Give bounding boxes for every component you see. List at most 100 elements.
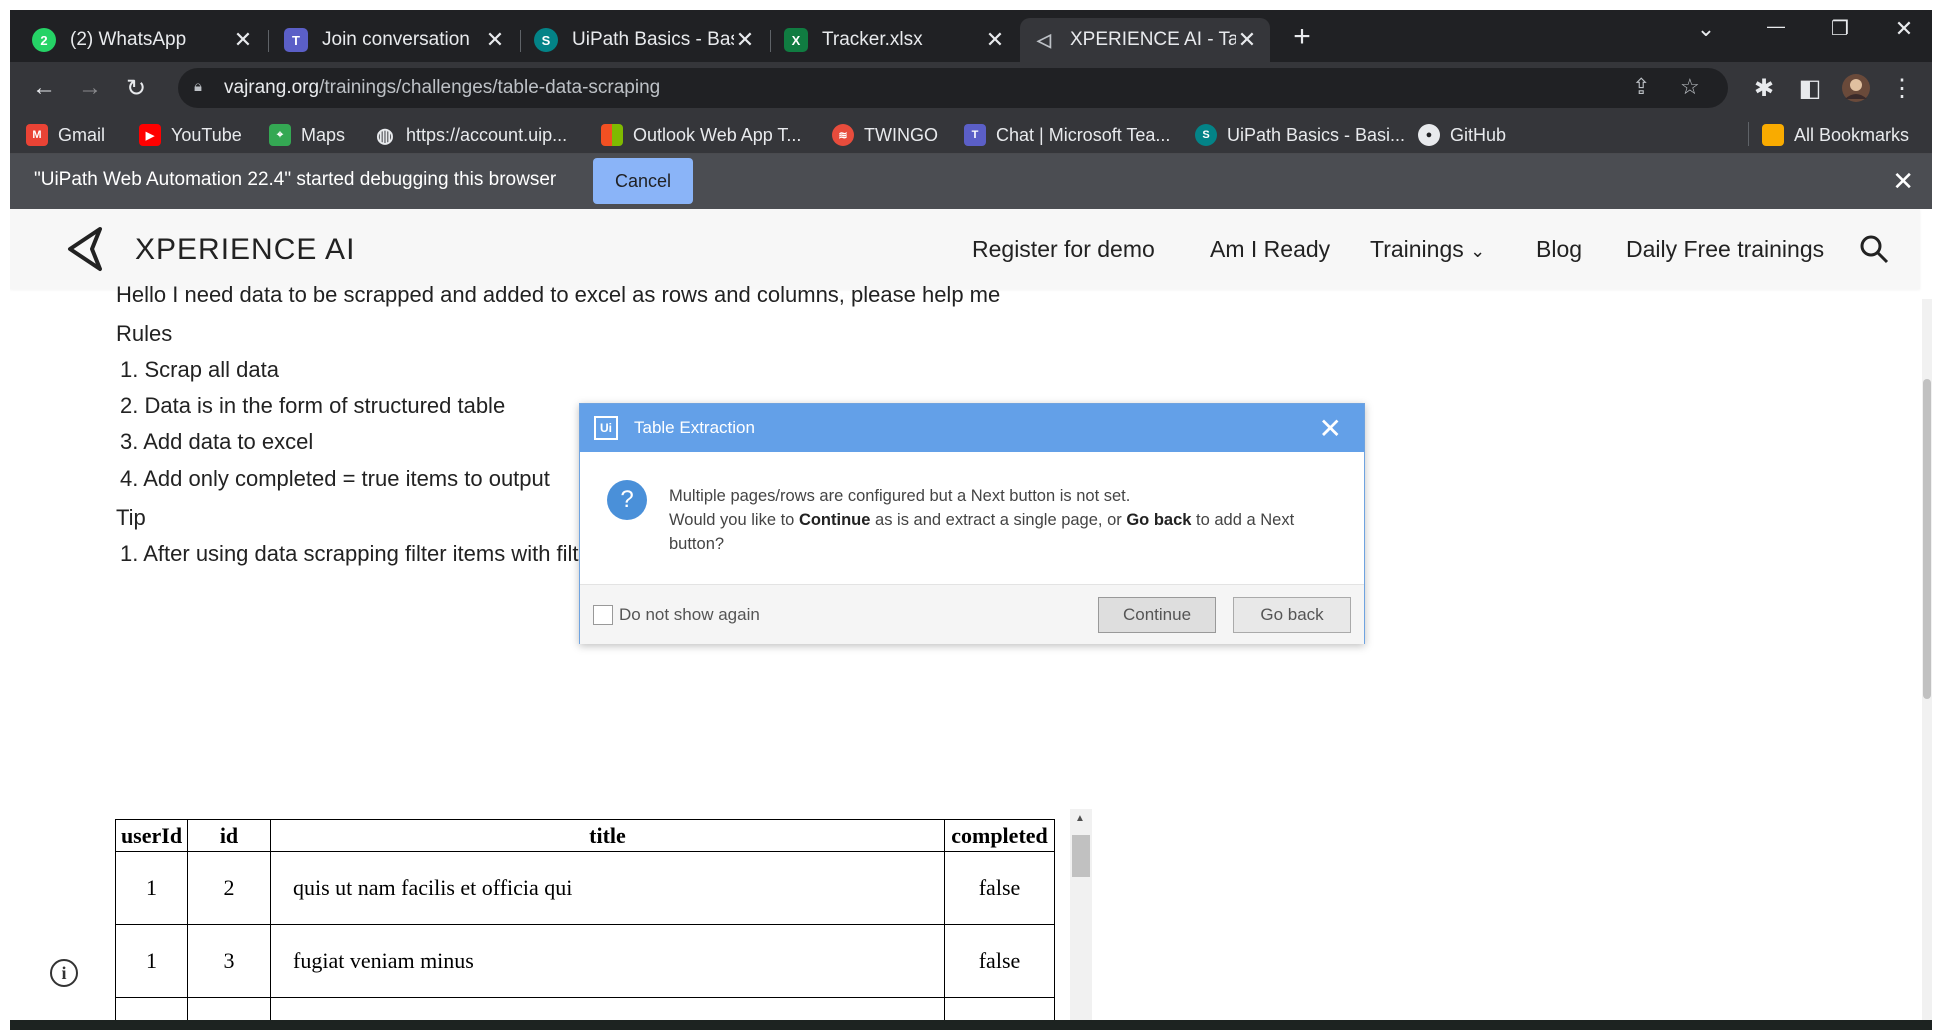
gmail-icon: M: [26, 124, 48, 146]
close-tab-icon[interactable]: ✕: [484, 27, 506, 53]
do-not-show-again-label[interactable]: Do not show again: [619, 605, 760, 625]
search-icon[interactable]: [1858, 233, 1890, 265]
continue-button[interactable]: Continue: [1098, 597, 1216, 633]
do-not-show-again-checkbox[interactable]: [593, 605, 613, 625]
share-icon[interactable]: ⇪: [1632, 74, 1650, 100]
nav-daily-free-trainings[interactable]: Daily Free trainings: [1626, 236, 1824, 263]
all-bookmarks[interactable]: All Bookmarks: [1762, 122, 1909, 148]
bookmark-uipath-account[interactable]: ◍ https://account.uip...: [374, 122, 567, 148]
tab-tracker[interactable]: X Tracker.xlsx ✕: [772, 18, 1018, 62]
tab-label: XPERIENCE AI - Table Dat: [1070, 29, 1236, 50]
column-header-completed: completed: [944, 819, 1055, 852]
taskbar-edge: [10, 1020, 1932, 1030]
youtube-icon: ▶: [139, 124, 161, 146]
cell-completed: false: [944, 851, 1055, 925]
rule-item: 2. Data is in the form of structured tab…: [120, 393, 506, 418]
rule-item: 4. Add only completed = true items to ou…: [120, 466, 550, 491]
forward-arrow-icon[interactable]: →: [74, 72, 106, 104]
table-scrollbar[interactable]: ▲: [1070, 809, 1092, 1030]
tab-label: (2) WhatsApp: [70, 29, 187, 50]
bookmark-outlook[interactable]: Outlook Web App T...: [601, 122, 801, 148]
profile-avatar[interactable]: [1840, 72, 1872, 104]
tab-join-conversation[interactable]: T Join conversation ✕: [272, 18, 518, 62]
rule-item: 3. Add data to excel: [120, 429, 314, 454]
browser-window: 2 (2) WhatsApp ✕ T Join conversation ✕ S…: [10, 10, 1932, 1030]
close-window-button[interactable]: ✕: [1884, 16, 1924, 42]
bookmark-uipath-basics[interactable]: S UiPath Basics - Basi...: [1195, 122, 1405, 148]
table-row: 1 3 fugiat veniam minus false: [115, 924, 1055, 998]
side-panel-icon[interactable]: ◧: [1794, 72, 1826, 104]
nav-trainings[interactable]: Trainings ⌄: [1370, 236, 1485, 263]
column-header-id: id: [187, 819, 271, 852]
lock-icon[interactable]: 🔒︎: [194, 78, 214, 98]
tab-uipath-basics[interactable]: S UiPath Basics - Basics Oct ✕: [522, 18, 768, 62]
table-scrollbar-thumb[interactable]: [1072, 835, 1090, 877]
globe-icon: ◍: [376, 124, 394, 147]
folder-icon: [1762, 124, 1784, 146]
page-scrollbar-thumb[interactable]: [1923, 379, 1931, 699]
cell-userid: 1: [115, 924, 188, 998]
teams-icon: T: [964, 124, 986, 146]
close-tab-icon[interactable]: ✕: [232, 27, 254, 53]
bookmark-github[interactable]: ● GitHub: [1418, 122, 1506, 148]
bookmark-maps[interactable]: ⌖ Maps: [269, 122, 345, 148]
nav-am-i-ready[interactable]: Am I Ready: [1210, 236, 1330, 263]
sharepoint-icon: S: [1195, 124, 1217, 146]
twingo-icon: ≋: [832, 124, 854, 146]
nav-register-for-demo[interactable]: Register for demo: [972, 236, 1155, 263]
close-tab-icon[interactable]: ✕: [734, 27, 756, 53]
xperience-icon: ◁: [1037, 29, 1051, 50]
page-scrollbar[interactable]: [1922, 299, 1932, 1030]
tab-strip: 2 (2) WhatsApp ✕ T Join conversation ✕ S…: [10, 10, 1932, 62]
microsoft-icon: [601, 124, 623, 146]
data-table: userId id title completed 1 2 quis ut na…: [115, 819, 1055, 1030]
close-infobar-icon[interactable]: ✕: [1892, 166, 1914, 197]
cell-title: quis ut nam facilis et officia qui: [270, 851, 945, 925]
close-dialog-icon[interactable]: ✕: [1319, 412, 1342, 445]
menu-kebab-icon[interactable]: ⋮: [1886, 72, 1918, 104]
close-tab-icon[interactable]: ✕: [1236, 27, 1258, 53]
xperience-logo-icon[interactable]: [60, 223, 112, 275]
cell-id: 2: [187, 851, 271, 925]
address-bar[interactable]: 🔒︎ vajrang.org/trainings/challenges/tabl…: [178, 68, 1728, 108]
new-tab-button[interactable]: +: [1282, 20, 1322, 54]
column-header-userid: userId: [115, 819, 188, 852]
whatsapp-icon: 2: [32, 28, 56, 52]
bookmark-star-icon[interactable]: ☆: [1680, 74, 1700, 100]
cell-completed: false: [944, 924, 1055, 998]
data-table-container: userId id title completed 1 2 quis ut na…: [115, 819, 1067, 1030]
tab-label: UiPath Basics - Basics Oct: [572, 29, 734, 50]
nav-blog[interactable]: Blog: [1536, 236, 1582, 263]
debugging-message: "UiPath Web Automation 22.4" started deb…: [34, 169, 557, 190]
tab-xperience-ai[interactable]: ◁ XPERIENCE AI - Table Dat ✕: [1020, 18, 1270, 62]
table-extraction-dialog: Ui Table Extraction ✕ ? Multiple pages/r…: [579, 403, 1365, 644]
close-tab-icon[interactable]: ✕: [984, 27, 1006, 53]
minimize-button[interactable]: —: [1756, 16, 1796, 37]
cell-userid: 1: [115, 851, 188, 925]
restore-button[interactable]: ❐: [1820, 16, 1860, 41]
bookmark-youtube[interactable]: ▶ YouTube: [139, 122, 242, 148]
reload-icon[interactable]: ↻: [120, 72, 152, 104]
extensions-icon[interactable]: ✱: [1748, 72, 1780, 104]
tab-search-icon[interactable]: ⌄: [1686, 16, 1726, 42]
tab-whatsapp[interactable]: 2 (2) WhatsApp ✕: [20, 18, 266, 62]
back-arrow-icon[interactable]: ←: [28, 72, 60, 104]
url-text[interactable]: vajrang.org/trainings/challenges/table-d…: [224, 77, 660, 99]
dialog-title: Table Extraction: [634, 418, 755, 437]
github-icon: ●: [1418, 124, 1440, 146]
info-icon[interactable]: i: [50, 959, 78, 987]
bookmark-twingo[interactable]: ≋ TWINGO: [832, 122, 938, 148]
bookmark-gmail[interactable]: M Gmail: [26, 122, 105, 148]
go-back-button[interactable]: Go back: [1233, 597, 1351, 633]
cancel-debugging-button[interactable]: Cancel: [593, 158, 693, 204]
table-header-row: userId id title completed: [115, 819, 1055, 852]
column-header-title: title: [270, 819, 945, 852]
site-logo-text[interactable]: XPERIENCE AI: [135, 233, 355, 267]
scroll-up-arrow-icon[interactable]: ▲: [1075, 813, 1085, 824]
bookmark-teams-chat[interactable]: T Chat | Microsoft Tea...: [964, 122, 1170, 148]
sharepoint-icon: S: [534, 28, 558, 52]
teams-icon: T: [284, 28, 308, 52]
question-icon: ?: [607, 480, 647, 520]
chevron-down-icon: ⌄: [1470, 241, 1486, 261]
bookmarks-bar: M Gmail ▶ YouTube ⌖ Maps ◍ https://account.u…: [10, 114, 1932, 154]
